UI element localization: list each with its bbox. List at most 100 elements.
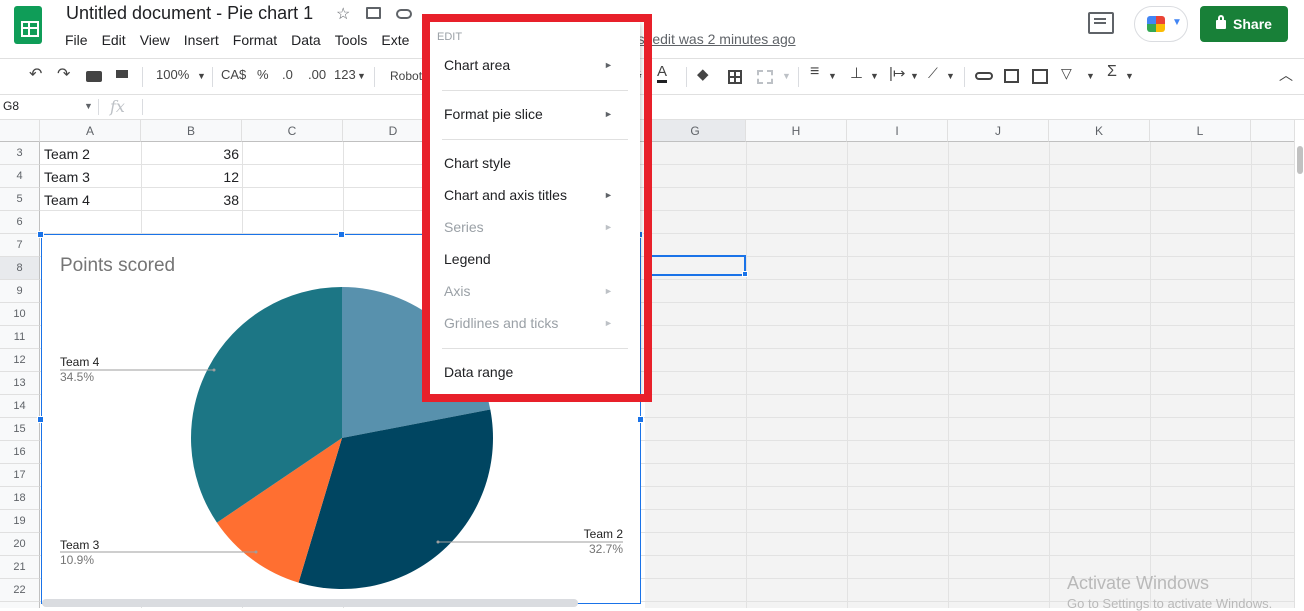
menu-view[interactable]: View — [133, 31, 177, 49]
row-header[interactable]: 18 — [0, 487, 40, 510]
functions-icon[interactable]: Σ — [1107, 63, 1117, 81]
borders-icon[interactable] — [728, 70, 742, 84]
column-header[interactable]: D — [343, 120, 444, 142]
menu-extensions[interactable]: Exte — [374, 31, 416, 49]
name-box[interactable]: G8 — [3, 99, 19, 113]
merge-chevron-icon[interactable]: ▼ — [782, 71, 791, 81]
menu-data[interactable]: Data — [284, 31, 328, 49]
row-header[interactable]: 19 — [0, 510, 40, 533]
merge-cells-icon[interactable] — [757, 70, 773, 84]
insert-link-icon[interactable] — [975, 72, 993, 80]
menu-file[interactable]: File — [58, 31, 95, 49]
column-header[interactable] — [1251, 120, 1294, 142]
menu-item-chart-axis-titles[interactable]: Chart and axis titles — [444, 187, 567, 203]
row-header[interactable]: 13 — [0, 372, 40, 395]
row-header[interactable]: 3 — [0, 142, 40, 165]
redo-icon[interactable]: ↷ — [57, 64, 70, 84]
select-all-corner[interactable] — [0, 120, 40, 142]
menu-item-chart-style[interactable]: Chart style — [444, 155, 511, 171]
column-header[interactable]: K — [1049, 120, 1150, 142]
functions-chevron-icon[interactable]: ▼ — [1125, 71, 1134, 81]
wrap-chevron-icon[interactable]: ▼ — [910, 71, 919, 81]
percent-format-button[interactable]: % — [257, 67, 269, 82]
menu-edit[interactable]: Edit — [95, 31, 133, 49]
share-button[interactable]: Share — [1200, 6, 1288, 42]
formats-chevron-icon[interactable]: ▼ — [357, 71, 366, 81]
fill-handle[interactable] — [742, 271, 748, 277]
row-header[interactable]: 17 — [0, 464, 40, 487]
vertical-scroll-thumb[interactable] — [1297, 146, 1303, 174]
row-header[interactable]: 16 — [0, 441, 40, 464]
slice-label-name[interactable]: Team 3 — [60, 538, 100, 552]
row-header[interactable]: 10 — [0, 303, 40, 326]
row-header[interactable]: 8 — [0, 257, 40, 280]
slice-label-pct[interactable]: 32.7% — [589, 542, 623, 556]
halign-chevron-icon[interactable]: ▼ — [828, 71, 837, 81]
fill-color-icon[interactable]: ◆ — [697, 65, 709, 83]
valign-chevron-icon[interactable]: ▼ — [870, 71, 879, 81]
row-header[interactable]: 15 — [0, 418, 40, 441]
decrease-decimal-button[interactable]: .0 — [282, 67, 293, 82]
row-header[interactable]: 22 — [0, 579, 40, 602]
row-header[interactable]: 5 — [0, 188, 40, 211]
menu-item-data-range[interactable]: Data range — [444, 364, 513, 380]
cell-b5[interactable]: 38 — [145, 192, 239, 208]
paint-format-icon[interactable] — [116, 70, 128, 78]
vertical-scrollbar[interactable] — [1294, 120, 1304, 608]
more-formats-button[interactable]: 123 — [334, 67, 356, 82]
row-header[interactable]: 11 — [0, 326, 40, 349]
text-color-icon[interactable]: A — [657, 64, 668, 83]
selected-cell-g8[interactable] — [645, 255, 746, 276]
cell-b3[interactable]: 36 — [145, 146, 239, 162]
vertical-align-icon[interactable]: ⊥ — [850, 64, 863, 82]
insert-chart-icon[interactable] — [1032, 69, 1048, 84]
chart-title[interactable]: Points scored — [60, 255, 175, 276]
text-wrapping-icon[interactable]: |↦ — [889, 64, 905, 82]
slice-label-pct[interactable]: 34.5% — [60, 370, 94, 384]
collapse-toolbar-icon[interactable]: ︿ — [1279, 65, 1293, 85]
text-rotation-icon[interactable]: ⟋ — [928, 65, 938, 82]
currency-format-button[interactable]: CA$ — [221, 67, 246, 82]
undo-icon[interactable]: ↶ — [29, 64, 42, 84]
slice-label-name[interactable]: Team 2 — [584, 527, 624, 541]
last-edit-link[interactable]: Last edit was 2 minutes ago — [622, 31, 796, 47]
slice-label-name[interactable]: Team 4 — [60, 355, 100, 369]
row-header[interactable]: 14 — [0, 395, 40, 418]
font-select[interactable]: Robot — [390, 69, 422, 83]
menu-format[interactable]: Format — [226, 31, 284, 49]
column-header[interactable]: I — [847, 120, 948, 142]
row-header[interactable]: 9 — [0, 280, 40, 303]
row-header[interactable]: 6 — [0, 211, 40, 234]
name-box-chevron-icon[interactable]: ▼ — [84, 101, 93, 111]
slice-label-pct[interactable]: 10.9% — [60, 553, 94, 567]
rotation-chevron-icon[interactable]: ▼ — [946, 71, 955, 81]
document-title[interactable]: Untitled document - Pie chart 1 — [66, 3, 313, 24]
row-header[interactable]: 12 — [0, 349, 40, 372]
horizontal-align-icon[interactable]: ≡ — [810, 63, 819, 81]
resize-handle[interactable] — [37, 231, 44, 238]
resize-handle[interactable] — [338, 231, 345, 238]
menu-item-legend[interactable]: Legend — [444, 251, 491, 267]
resize-handle[interactable] — [37, 416, 44, 423]
sheets-logo-icon[interactable] — [14, 6, 42, 44]
column-header[interactable]: J — [948, 120, 1049, 142]
column-header[interactable]: A — [40, 120, 141, 142]
cell-a3[interactable]: Team 2 — [44, 146, 90, 162]
row-header[interactable]: 21 — [0, 556, 40, 579]
column-header[interactable]: C — [242, 120, 343, 142]
comment-history-icon[interactable] — [1088, 12, 1114, 34]
print-icon[interactable] — [86, 71, 102, 82]
cell-a5[interactable]: Team 4 — [44, 192, 90, 208]
column-header[interactable]: L — [1150, 120, 1251, 142]
menu-insert[interactable]: Insert — [177, 31, 226, 49]
column-header[interactable]: B — [141, 120, 242, 142]
meet-button[interactable]: ▼ — [1134, 6, 1188, 42]
cell-a4[interactable]: Team 3 — [44, 169, 90, 185]
column-header[interactable]: G — [645, 120, 746, 142]
menu-item-chart-area[interactable]: Chart area — [444, 57, 510, 73]
filter-icon[interactable]: ▽ — [1061, 65, 1072, 82]
star-icon[interactable]: ☆ — [336, 4, 350, 24]
zoom-chevron-icon[interactable]: ▼ — [197, 71, 206, 81]
horizontal-scroll-thumb[interactable] — [42, 599, 578, 607]
menu-tools[interactable]: Tools — [328, 31, 375, 49]
